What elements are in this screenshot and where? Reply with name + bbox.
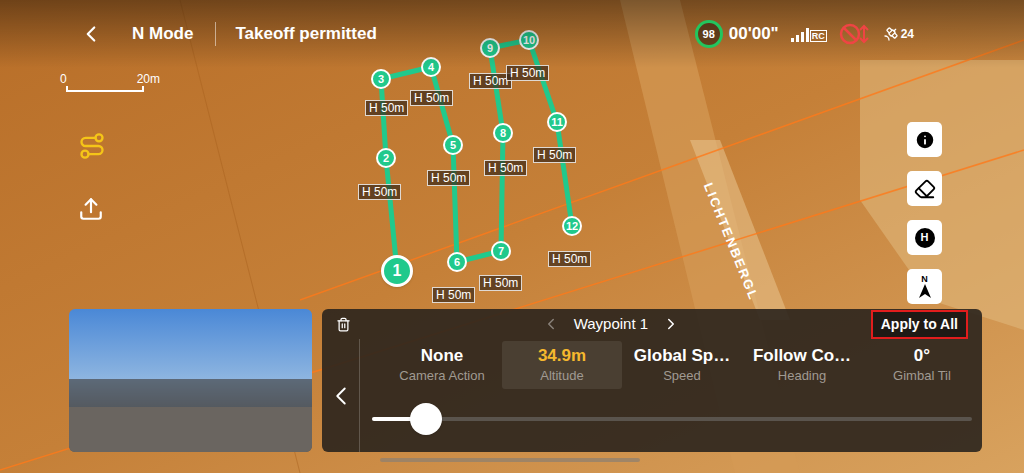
waypoint-marker[interactable]: 8 [493, 123, 513, 143]
waypoint-marker[interactable]: 3 [371, 69, 391, 89]
altitude-tag: H 50m [484, 160, 527, 176]
gps-status: 24 [883, 20, 914, 48]
altitude-tag: H 50m [533, 147, 576, 163]
flight-status: Takeoff permitted [235, 20, 376, 48]
setting-item[interactable]: Follow Co…Heading [742, 341, 862, 389]
camera-preview[interactable] [69, 309, 312, 452]
waypoint-marker[interactable]: 12 [562, 216, 582, 236]
slider-thumb[interactable] [410, 403, 442, 435]
altitude-tag: H 50m [427, 170, 470, 186]
app-screen: LICHTENBERGL12H 50m3H 50m4H 50m5H 50m6H … [0, 0, 1024, 473]
waypoint-marker[interactable]: 1 [381, 255, 413, 287]
waypoint-panel: Waypoint 1Apply to AllNoneCamera Action3… [322, 309, 982, 452]
info-button[interactable] [907, 122, 942, 157]
mode-label: N Mode [132, 20, 193, 48]
map-scale: 020m [60, 72, 160, 92]
flight-timer: 00'00" [729, 20, 779, 48]
setting-item[interactable]: NoneCamera Action [382, 341, 502, 389]
waypoint-marker[interactable]: 11 [547, 112, 567, 132]
bottom-handle[interactable] [380, 458, 640, 462]
rc-signal: RC [791, 20, 827, 48]
right-tools: HN [907, 122, 942, 304]
divider [215, 22, 216, 46]
north-arrow-icon [918, 284, 932, 298]
signal-bars-icon [791, 28, 809, 42]
eraser-icon [914, 178, 936, 200]
altitude-tag: H 50m [358, 184, 401, 200]
altitude-tag: H 50m [365, 100, 408, 116]
back-icon[interactable] [78, 21, 104, 47]
setting-item[interactable]: 34.9mAltitude [502, 341, 622, 389]
route-icon[interactable] [78, 132, 106, 160]
top-bar: N Mode Takeoff permitted 9800'00" RC 24 [0, 0, 1024, 68]
value-slider[interactable] [372, 403, 972, 435]
altitude-tag: H 50m [479, 275, 522, 291]
no-fly-warning-icon [839, 22, 873, 46]
setting-item[interactable]: Global Sp…Speed [622, 341, 742, 389]
altitude-tag: H 50m [432, 287, 475, 303]
trash-icon[interactable] [336, 317, 351, 332]
waypoint-marker[interactable]: 5 [443, 135, 463, 155]
home-point-button[interactable]: H [907, 220, 942, 255]
satellite-icon [883, 26, 899, 42]
altitude-tag: H 50m [548, 251, 591, 267]
altitude-tag: H 50m [410, 90, 453, 106]
north-button[interactable]: N [907, 269, 942, 304]
upload-icon[interactable] [78, 196, 104, 222]
collapse-icon [326, 381, 356, 411]
waypoint-marker[interactable]: 2 [376, 148, 396, 168]
waypoint-marker[interactable]: 6 [447, 252, 467, 272]
collapse-panel-button[interactable] [322, 339, 360, 452]
setting-item[interactable]: 0°Gimbal Til [862, 341, 982, 389]
apply-to-all-button[interactable]: Apply to All [871, 310, 968, 339]
waypoint-title: Waypoint 1 [574, 313, 648, 336]
left-tools [78, 132, 106, 222]
settings-row: NoneCamera Action34.9mAltitudeGlobal Sp…… [360, 339, 982, 389]
next-waypoint-icon[interactable] [662, 315, 680, 333]
erase-button[interactable] [907, 171, 942, 206]
panel-header: Waypoint 1 Apply to All [322, 309, 982, 339]
waypoint-marker[interactable]: 7 [491, 241, 511, 261]
info-icon [914, 129, 936, 151]
battery-indicator: 98 [695, 20, 723, 48]
previous-waypoint-icon[interactable] [542, 315, 560, 333]
